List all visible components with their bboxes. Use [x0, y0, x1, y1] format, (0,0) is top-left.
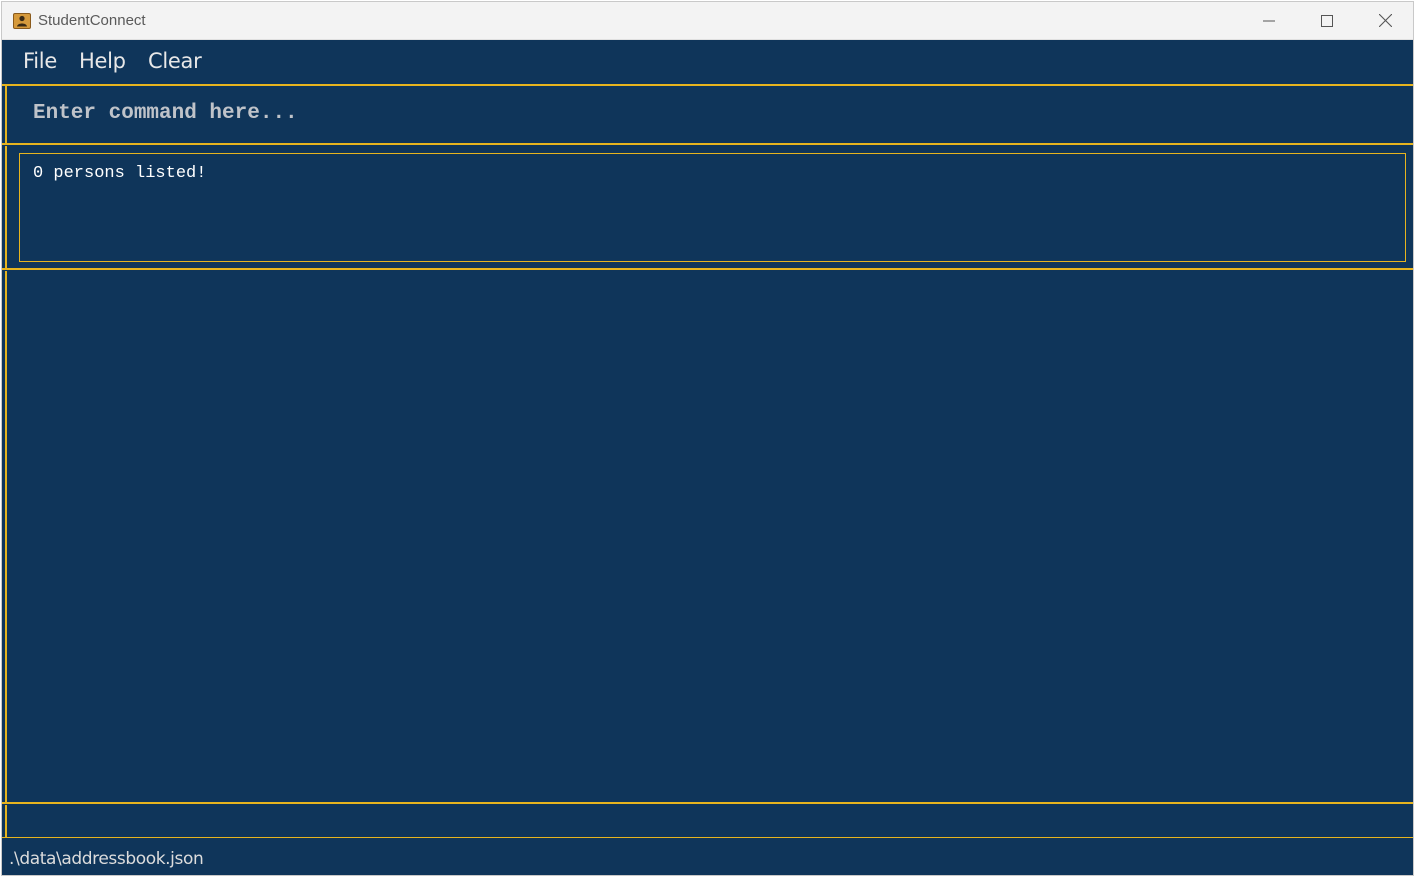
result-display[interactable]: 0 persons listed! — [19, 153, 1406, 262]
divider — [2, 837, 1413, 838]
status-bar: .\data\addressbook.json — [2, 840, 1413, 875]
result-message: 0 persons listed! — [33, 164, 207, 183]
title-bar[interactable]: StudentConnect — [2, 2, 1413, 40]
close-icon — [1378, 14, 1392, 27]
result-panel: 0 persons listed! — [5, 146, 1413, 269]
command-box — [5, 86, 1413, 143]
app-window: StudentConnect File Help Clear 0 p — [1, 1, 1414, 876]
command-input[interactable] — [33, 102, 1333, 125]
divider — [2, 268, 1413, 270]
person-list[interactable] — [5, 271, 1413, 803]
minimize-icon — [1263, 15, 1275, 27]
close-button[interactable] — [1356, 2, 1413, 39]
divider — [2, 143, 1413, 145]
menu-file[interactable]: File — [23, 49, 57, 73]
minimize-button[interactable] — [1240, 2, 1298, 39]
window-title: StudentConnect — [38, 12, 146, 29]
menu-clear[interactable]: Clear — [148, 49, 202, 73]
menu-help[interactable]: Help — [79, 49, 126, 73]
app-icon — [13, 13, 31, 29]
save-location: .\data\addressbook.json — [9, 849, 204, 869]
menu-bar: File Help Clear — [2, 40, 1413, 84]
divider — [2, 802, 1413, 804]
maximize-button[interactable] — [1298, 2, 1356, 39]
maximize-icon — [1321, 14, 1333, 27]
status-strip — [5, 805, 1413, 838]
